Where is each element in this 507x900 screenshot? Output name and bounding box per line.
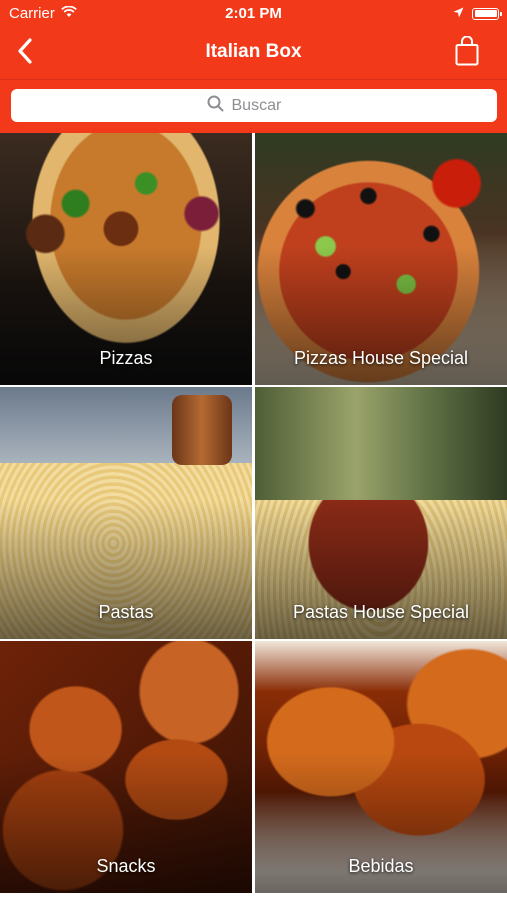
category-label: Snacks	[96, 856, 156, 876]
category-tile-bebidas[interactable]: Bebidas	[255, 641, 507, 893]
shopping-bag-icon	[455, 35, 479, 71]
navigation-bar: Italian Box	[0, 28, 507, 78]
category-label: Pizzas House Special	[293, 348, 469, 368]
location-arrow-icon	[453, 5, 464, 22]
search-bar[interactable]	[11, 89, 497, 122]
app-header: Carrier 2:01 PM Italian Box	[0, 0, 507, 133]
category-tile-pastas-house-special[interactable]: Pastas House Special	[255, 387, 507, 639]
page-title: Italian Box	[205, 41, 302, 62]
status-bar: Carrier 2:01 PM	[0, 0, 507, 28]
category-tile-snacks[interactable]: Snacks	[0, 641, 252, 893]
status-bar-right	[453, 5, 502, 22]
category-label: Pastas	[98, 602, 154, 622]
search-input[interactable]	[231, 96, 302, 115]
nav-divider	[0, 79, 507, 80]
cart-button[interactable]	[451, 35, 483, 71]
category-grid: Pizzas Pizzas House Special Pastas Pasta…	[0, 133, 507, 893]
category-label: Pizzas	[99, 348, 153, 368]
category-label: Bebidas	[348, 856, 414, 876]
battery-icon	[472, 7, 502, 20]
status-time: 2:01 PM	[225, 5, 282, 22]
category-tile-pastas[interactable]: Pastas	[0, 387, 252, 639]
battery-level	[474, 10, 497, 17]
search-icon	[207, 95, 224, 117]
category-label: Pastas House Special	[292, 602, 470, 622]
category-tile-pizzas-house-special[interactable]: Pizzas House Special	[255, 133, 507, 385]
category-tile-pizzas[interactable]: Pizzas	[0, 133, 252, 385]
